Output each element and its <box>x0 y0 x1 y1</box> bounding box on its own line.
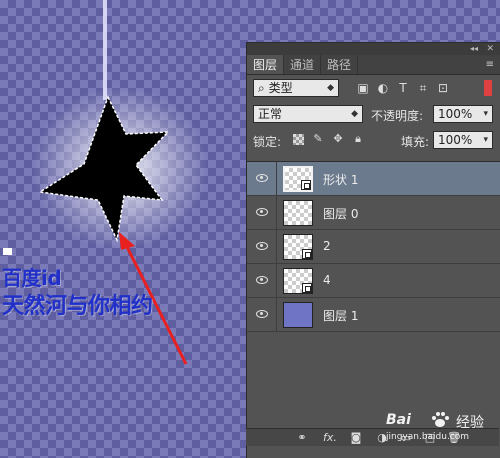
blend-mode-value: 正常 <box>258 107 283 121</box>
layer-thumbnail <box>283 268 313 294</box>
layer-name[interactable]: 2 <box>323 239 331 253</box>
chevron-down-icon: ▾ <box>483 135 488 145</box>
light-beam <box>103 0 107 100</box>
kind-filter-label: 类型 <box>268 81 293 95</box>
shape-filter-icon[interactable]: ⌗ <box>415 80 431 96</box>
search-icon: ⌕ <box>258 81 265 95</box>
annotation-line-2: 天然河与你相约 <box>2 294 153 319</box>
opacity-value: 100% <box>438 107 473 121</box>
chevron-down-icon: ◆ <box>351 109 358 119</box>
image-filter-icon[interactable]: ▣ <box>355 80 371 96</box>
link-layers-icon[interactable]: ⚭ <box>294 431 310 445</box>
collapse-icon[interactable]: ◂◂ <box>470 43 478 55</box>
type-filter-icon[interactable]: T <box>395 80 411 96</box>
annotation-line-1: 百度id <box>2 266 62 290</box>
layer-name[interactable]: 图层 0 <box>323 205 358 222</box>
chevron-down-icon: ▾ <box>483 109 488 119</box>
paw-logo-icon <box>432 412 449 427</box>
layer-thumbnail <box>283 302 313 328</box>
smart-object-filter-icon[interactable]: ⊡ <box>435 80 451 96</box>
selection-marker <box>3 248 12 255</box>
baidu-url: jingyan.baidu.com <box>386 432 470 442</box>
layer-row[interactable]: 图层 1 <box>247 298 500 332</box>
layer-name[interactable]: 形状 1 <box>323 171 358 188</box>
vector-mask-icon <box>301 180 311 190</box>
fill-label: 填充: <box>401 135 430 149</box>
adjustment-filter-icon[interactable]: ◐ <box>375 80 391 96</box>
visibility-toggle[interactable] <box>247 264 277 297</box>
eye-icon <box>256 208 268 216</box>
filter-toggle[interactable] <box>484 80 492 96</box>
layer-thumbnail <box>283 166 313 192</box>
baidu-watermark: Bai 经验 jingyan.baidu.com <box>386 408 498 456</box>
tab-paths[interactable]: 路径 <box>321 55 359 74</box>
lock-label: 锁定: <box>253 135 282 149</box>
visibility-toggle[interactable] <box>247 298 277 331</box>
lock-row: 锁定: ✎ ✥ 🔒︎ 填充: 100% ▾ <box>247 127 500 153</box>
visibility-toggle[interactable] <box>247 162 277 195</box>
visibility-toggle[interactable] <box>247 230 277 263</box>
opacity-input[interactable]: 100% ▾ <box>433 105 493 123</box>
blend-mode-select[interactable]: 正常 ◆ <box>253 105 363 123</box>
layers-list: 形状 1 图层 0 2 4 图层 1 <box>247 161 500 433</box>
layer-row[interactable]: 4 <box>247 264 500 298</box>
blend-row: 正常 ◆ 不透明度: 100% ▾ <box>247 101 500 127</box>
eye-icon <box>256 174 268 182</box>
eye-icon <box>256 242 268 250</box>
close-icon[interactable]: ✕ <box>486 43 494 55</box>
lock-position-icon[interactable]: ✥ <box>331 132 345 146</box>
filter-row: ⌕ 类型 ◆ ▣ ◐ T ⌗ ⊡ <box>247 75 500 101</box>
layer-row[interactable]: 2 <box>247 230 500 264</box>
layer-name[interactable]: 4 <box>323 273 331 287</box>
layer-row[interactable]: 图层 0 <box>247 196 500 230</box>
layer-thumbnail <box>283 234 313 260</box>
fx-icon[interactable]: fx. <box>322 431 338 445</box>
lock-transparent-pixels-icon[interactable] <box>293 134 304 145</box>
fill-input[interactable]: 100% ▾ <box>433 131 493 149</box>
smart-object-icon <box>302 283 312 293</box>
eye-icon <box>256 276 268 284</box>
opacity-label: 不透明度: <box>371 109 424 123</box>
eye-icon <box>256 310 268 318</box>
baidu-brand: Bai <box>386 412 411 428</box>
layer-thumbnail <box>283 200 313 226</box>
lock-all-icon[interactable]: 🔒︎ <box>351 132 365 146</box>
chevron-down-icon: ◆ <box>327 83 334 93</box>
baidu-brand-suffix: 经验 <box>456 415 484 431</box>
kind-filter-select[interactable]: ⌕ 类型 ◆ <box>253 79 339 97</box>
lock-image-pixels-icon[interactable]: ✎ <box>311 132 325 146</box>
layer-name[interactable]: 图层 1 <box>323 307 358 324</box>
panel-tab-bar: 图层 通道 路径 ≡ <box>247 55 500 75</box>
fill-value: 100% <box>438 133 473 147</box>
smart-object-icon <box>302 249 312 259</box>
panel-menu-icon[interactable]: ≡ <box>486 55 494 75</box>
panel-title-bar[interactable]: ◂◂ ✕ <box>247 43 500 55</box>
tab-layers[interactable]: 图层 <box>247 55 285 74</box>
visibility-toggle[interactable] <box>247 196 277 229</box>
layer-row[interactable]: 形状 1 <box>247 162 500 196</box>
add-mask-icon[interactable]: ◙ <box>348 431 364 445</box>
tab-channels[interactable]: 通道 <box>284 55 322 74</box>
layers-panel: ◂◂ ✕ 图层 通道 路径 ≡ ⌕ 类型 ◆ ▣ ◐ T ⌗ ⊡ 正常 ◆ 不透… <box>246 42 500 458</box>
